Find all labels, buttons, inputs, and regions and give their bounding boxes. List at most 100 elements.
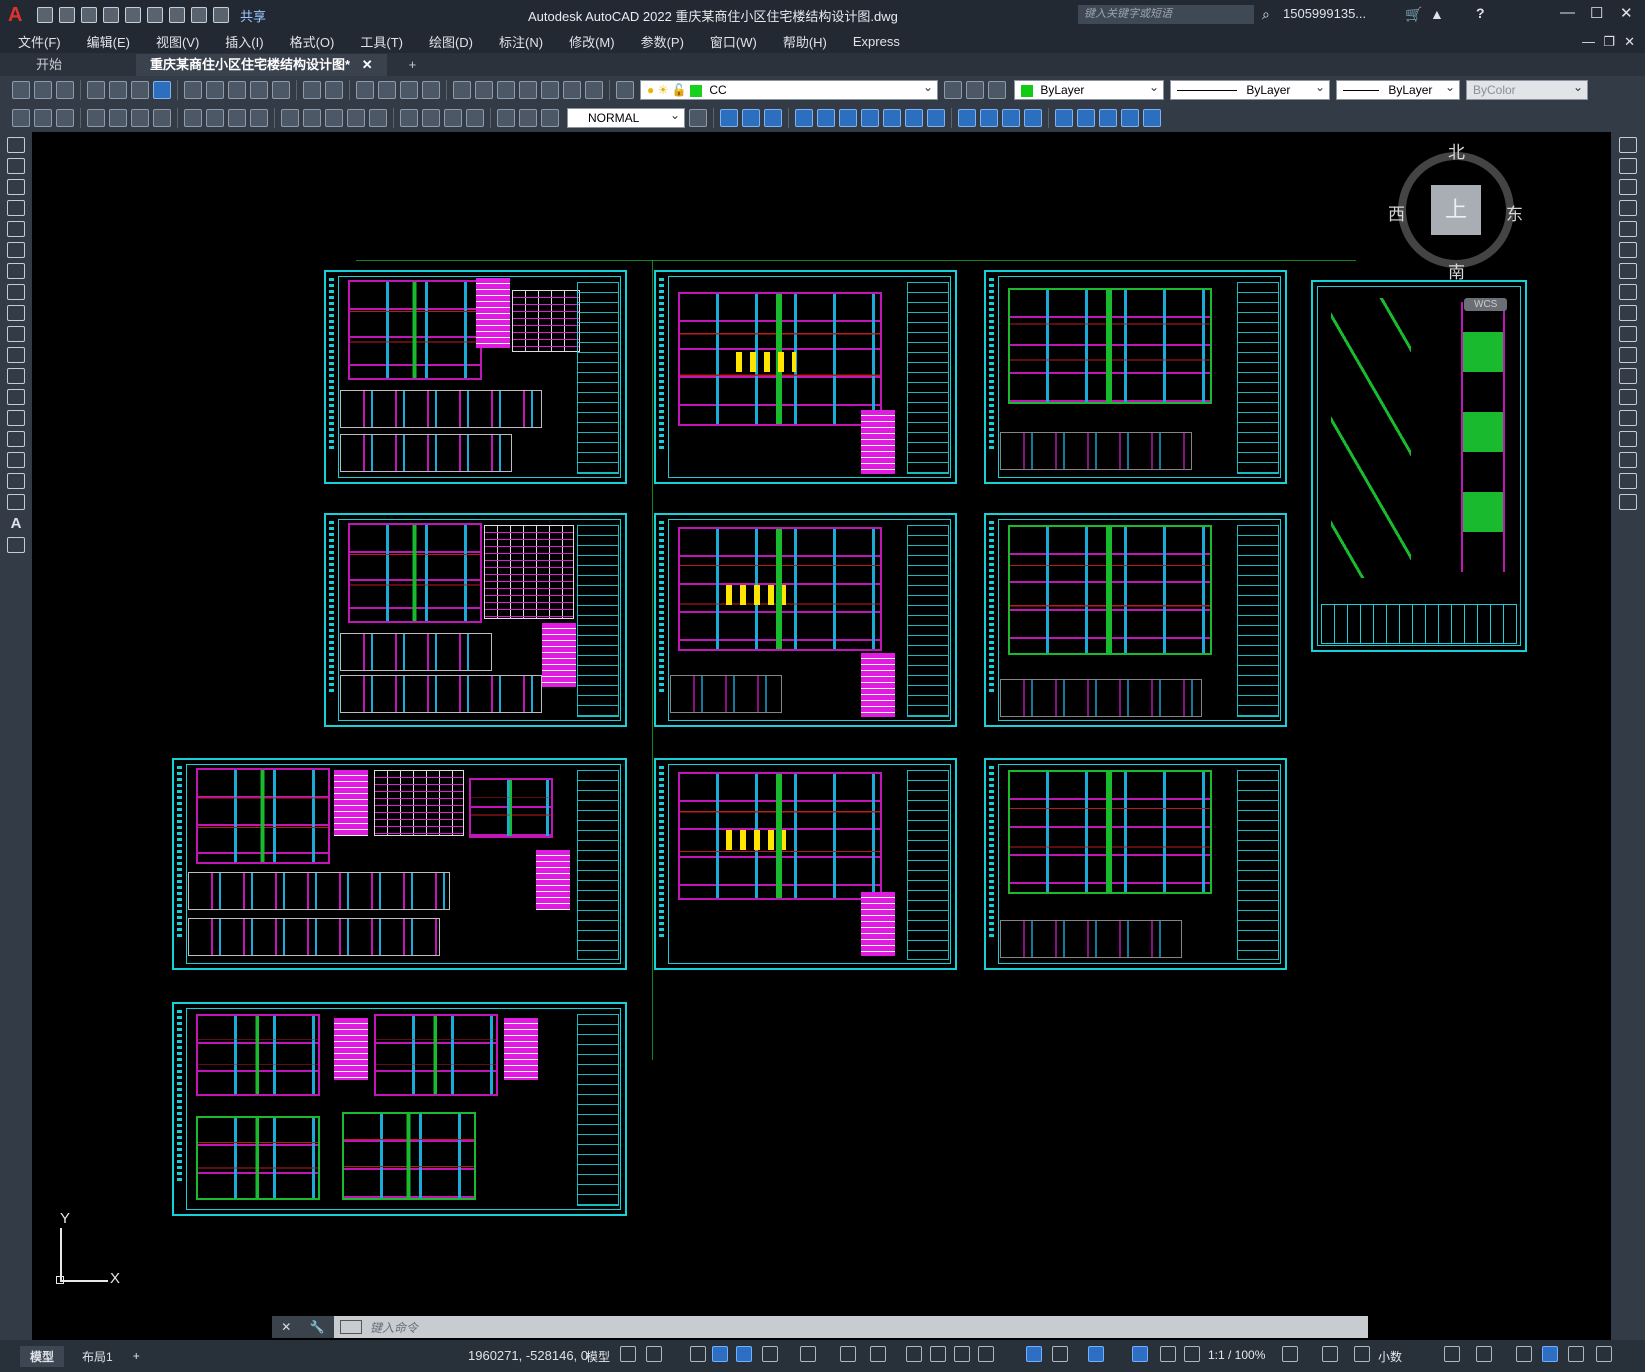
3d-dwf-icon[interactable]	[153, 81, 171, 99]
multiline-text-icon[interactable]: A	[0, 515, 32, 532]
slice-icon[interactable]	[905, 109, 923, 127]
multileader-icon[interactable]	[56, 109, 74, 127]
new-file-icon[interactable]	[37, 7, 53, 23]
offset-icon[interactable]	[1619, 200, 1637, 216]
section-plane-icon[interactable]	[1002, 109, 1020, 127]
menu-window[interactable]: 窗口(W)	[710, 32, 765, 51]
customize-icon[interactable]: 🔧	[310, 1320, 325, 1334]
tolerance-icon[interactable]	[400, 109, 418, 127]
tool-palettes-icon[interactable]	[497, 81, 515, 99]
drawing-sheet[interactable]	[984, 758, 1287, 970]
menu-dimension[interactable]: 标注(N)	[499, 32, 551, 51]
user-account[interactable]: 1505999135...	[1283, 6, 1366, 21]
lineweight-icon[interactable]	[906, 1346, 922, 1362]
copy-icon[interactable]	[206, 81, 224, 99]
join-icon[interactable]	[1619, 410, 1637, 426]
undo-icon[interactable]	[191, 7, 207, 23]
mirror-icon[interactable]	[1619, 179, 1637, 195]
add-layout-button[interactable]: +	[123, 1347, 150, 1365]
customization-icon[interactable]	[1596, 1346, 1612, 1362]
annotation-monitor-icon[interactable]	[1322, 1346, 1338, 1362]
3d-move-icon[interactable]	[1024, 109, 1042, 127]
wcs-menu[interactable]: WCS	[1464, 298, 1508, 311]
angular-icon[interactable]	[250, 109, 268, 127]
edit-icon[interactable]	[12, 109, 30, 127]
open-file-icon[interactable]	[59, 7, 75, 23]
stretch-icon[interactable]	[1619, 305, 1637, 321]
menu-edit[interactable]: 编辑(E)	[87, 32, 138, 51]
annotation-scale-value[interactable]: 1:1 / 100%	[1208, 1348, 1265, 1362]
break-at-point-icon[interactable]	[1619, 368, 1637, 384]
dimension-style-icon[interactable]	[689, 109, 707, 127]
layer-state-icon[interactable]	[988, 81, 1006, 99]
quickcalc-icon[interactable]	[563, 81, 581, 99]
command-history-icon[interactable]	[340, 1320, 362, 1334]
rotate-icon[interactable]	[1619, 263, 1637, 279]
doc-minimize-button[interactable]: —	[1582, 34, 1595, 49]
hardware-acceleration-icon[interactable]	[1542, 1346, 1558, 1362]
plot-preview-icon[interactable]	[109, 81, 127, 99]
redo-icon[interactable]	[325, 81, 343, 99]
cart-icon[interactable]: 🛒	[1405, 6, 1422, 23]
construction-line-icon[interactable]	[7, 158, 25, 174]
linear-dimension-icon[interactable]	[87, 109, 105, 127]
gizmo-icon[interactable]	[1088, 1346, 1104, 1362]
undo-icon[interactable]	[303, 81, 321, 99]
layer-on-icon[interactable]: ●	[647, 83, 654, 97]
publish-icon[interactable]	[131, 81, 149, 99]
loft-icon[interactable]	[883, 109, 901, 127]
clean-screen-icon[interactable]	[1568, 1346, 1584, 1362]
diameter-icon[interactable]	[228, 109, 246, 127]
fillet-icon[interactable]	[1619, 452, 1637, 468]
snap-icon[interactable]	[646, 1346, 662, 1362]
minimize-button[interactable]: —	[1560, 4, 1575, 21]
zoom-previous-icon[interactable]	[422, 81, 440, 99]
isodraft-icon[interactable]	[800, 1346, 816, 1362]
tab-model[interactable]: 模型	[20, 1345, 65, 1367]
3d-align-icon[interactable]	[1099, 109, 1117, 127]
save-icon[interactable]	[81, 7, 97, 23]
block-editor-icon[interactable]	[272, 81, 290, 99]
revision-cloud-icon[interactable]	[7, 284, 25, 300]
3d-mirror-icon[interactable]	[1121, 109, 1139, 127]
lock-ui-icon[interactable]	[1476, 1346, 1492, 1362]
line-icon[interactable]	[7, 137, 25, 153]
dimension-edit-icon[interactable]	[497, 109, 515, 127]
gradient-icon[interactable]	[7, 452, 25, 468]
inspection-icon[interactable]	[444, 109, 462, 127]
linetype-dropdown[interactable]: ByLayer	[1170, 78, 1330, 100]
trim-icon[interactable]	[1619, 326, 1637, 342]
layer-dropdown[interactable]: ● ☀ 🔓 CC	[640, 78, 938, 100]
drawing-sheet[interactable]	[984, 513, 1287, 727]
autodesk-app-icon[interactable]: ▲	[1430, 6, 1444, 22]
drawing-sheet[interactable]	[654, 513, 957, 727]
model-space-toggle[interactable]: 模型	[586, 1348, 610, 1365]
make-block-icon[interactable]	[7, 389, 25, 405]
paste-icon[interactable]	[228, 81, 246, 99]
maximize-button[interactable]: ☐	[1590, 4, 1603, 22]
drawing-sheet[interactable]	[654, 270, 957, 484]
save-web-icon[interactable]	[147, 7, 163, 23]
explode-icon[interactable]	[1619, 494, 1637, 510]
share-button[interactable]: 共享	[240, 6, 266, 25]
3d-rotate-icon[interactable]	[1077, 109, 1095, 127]
ellipse-icon[interactable]	[7, 326, 25, 342]
color-dropdown[interactable]: ByLayer	[1014, 78, 1164, 100]
design-center-icon[interactable]	[475, 81, 493, 99]
ucs-icon[interactable]	[1055, 109, 1073, 127]
units-icon[interactable]	[1354, 1346, 1370, 1362]
open-icon[interactable]	[34, 81, 52, 99]
quick-dimension-icon[interactable]	[281, 109, 299, 127]
dimension-text-edit-icon[interactable]	[519, 109, 537, 127]
aligned-dimension-icon[interactable]	[109, 109, 127, 127]
add-selected-icon[interactable]	[7, 537, 25, 553]
text-icon[interactable]	[34, 109, 52, 127]
coordinates-readout[interactable]: 1960271, -528146, 0	[468, 1348, 588, 1363]
tab-document[interactable]: 重庆某商住小区住宅楼结构设计图* ✕	[136, 54, 387, 76]
zoom-window-icon[interactable]	[400, 81, 418, 99]
save-as-icon[interactable]	[103, 7, 119, 23]
fillet-edge-icon[interactable]	[980, 109, 998, 127]
compass-west[interactable]: 西	[1388, 200, 1405, 225]
subtract-icon[interactable]	[764, 109, 782, 127]
menu-view[interactable]: 视图(V)	[156, 32, 207, 51]
